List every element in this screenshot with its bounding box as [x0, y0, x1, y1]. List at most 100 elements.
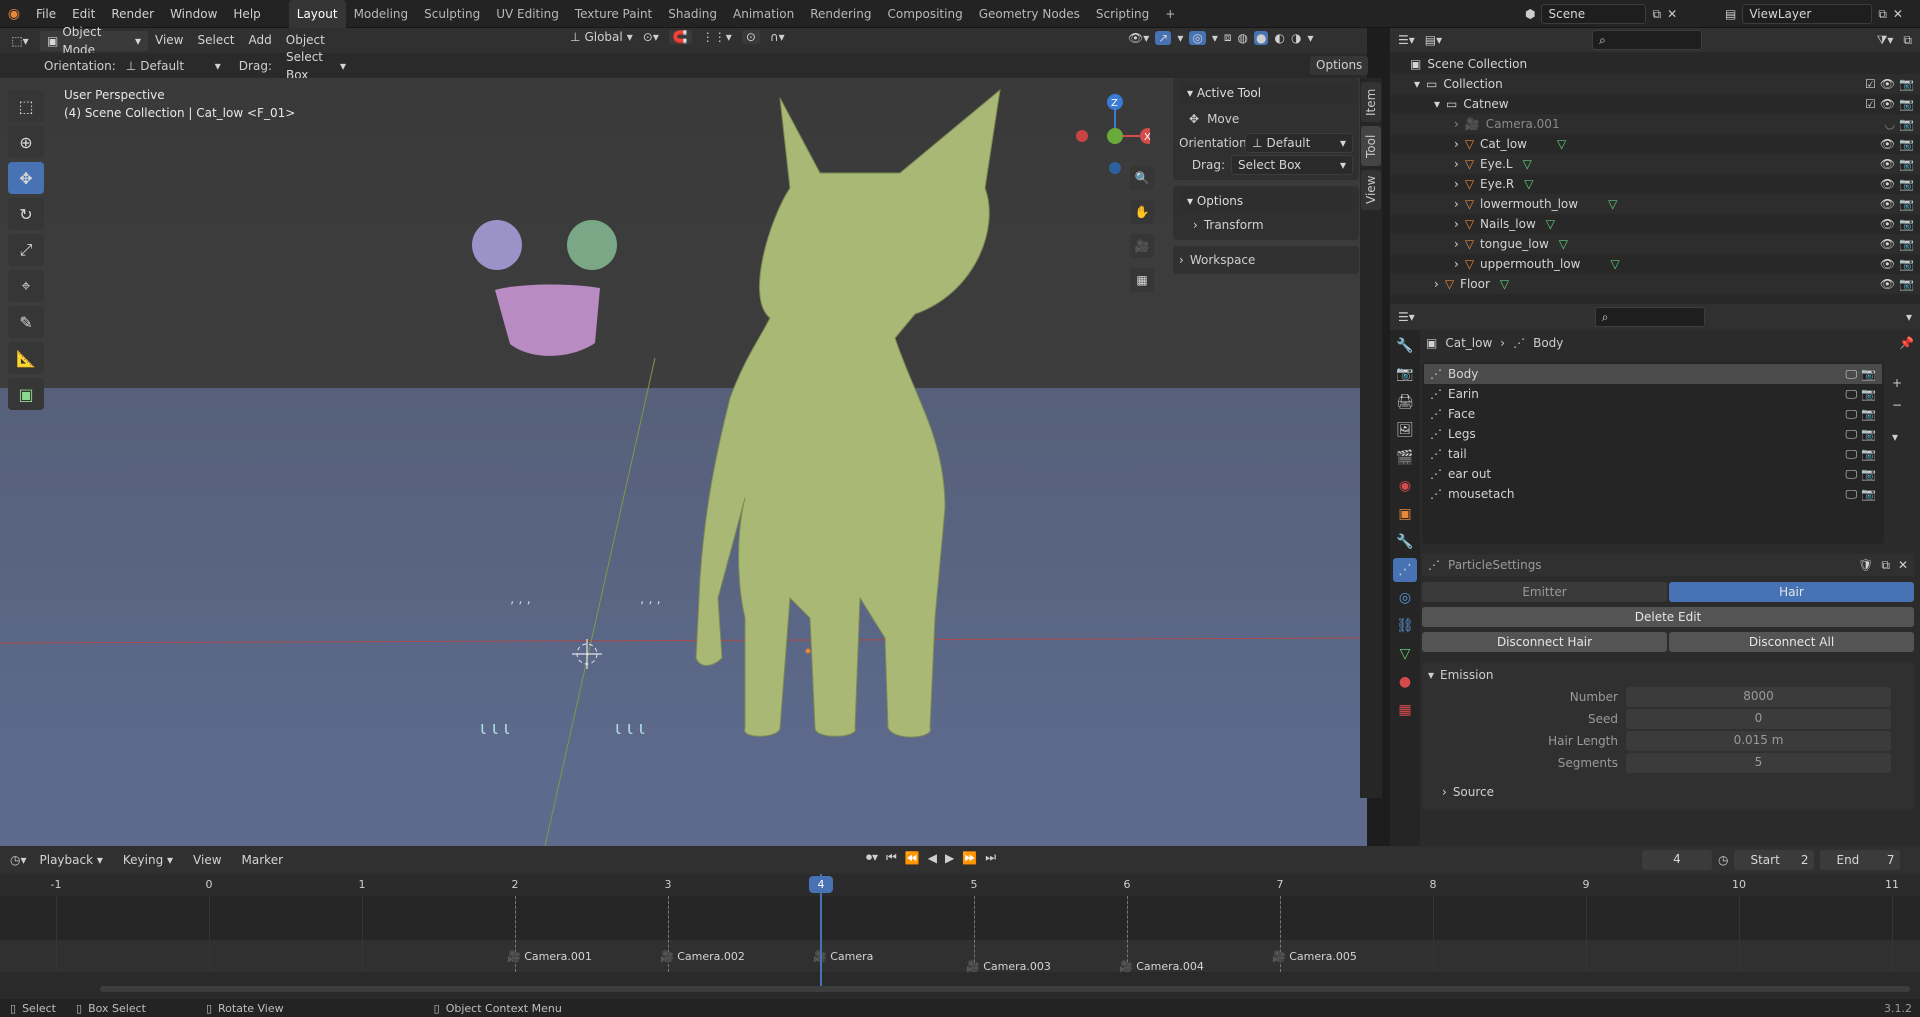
annotate-tool-icon[interactable]: ✎	[8, 306, 44, 338]
visibility-icon[interactable]: 👁▾	[1128, 31, 1149, 45]
camera-icon[interactable]: 📷	[1899, 214, 1914, 234]
constraints-tab-icon[interactable]: ⛓	[1393, 614, 1417, 638]
navigation-gizmo[interactable]: Z X	[1070, 86, 1150, 176]
camera-icon[interactable]: 📷	[1899, 74, 1914, 94]
outliner-item-lowermouth[interactable]: › ▽ lowermouth_low ▽ 👁 📷	[1390, 194, 1920, 214]
tab-animation[interactable]: Animation	[725, 0, 802, 28]
eye-icon[interactable]: 👁	[1880, 154, 1895, 174]
tab-shading[interactable]: Shading	[660, 0, 725, 28]
gizmo-y-icon[interactable]	[1107, 128, 1123, 144]
timeline-scrollbar[interactable]	[100, 986, 1910, 992]
clock-icon[interactable]: ◷	[1718, 853, 1728, 867]
tab-item[interactable]: Item	[1361, 82, 1381, 122]
proportional-edit-icon[interactable]: ⊙	[741, 30, 760, 44]
drag-dropdown[interactable]: Select Box ▾	[279, 50, 352, 82]
gizmo-neg-z-icon[interactable]	[1109, 162, 1121, 174]
camera-icon[interactable]: 📷	[1899, 134, 1914, 154]
tab-sculpting[interactable]: Sculpting	[416, 0, 488, 28]
ortho-grid-icon[interactable]: ▦	[1130, 268, 1154, 292]
menu-add[interactable]: Add	[242, 30, 279, 51]
transform-orientation-dropdown[interactable]: ⊥ Global ▾	[570, 30, 633, 44]
camera-icon[interactable]: 📷	[1861, 464, 1876, 484]
pivot-icon[interactable]: ⊙▾	[643, 30, 659, 44]
menu-keying[interactable]: Keying ▾	[116, 850, 180, 871]
outliner-item-cat-low[interactable]: › ▽ Cat_low ▽ 👁 📷	[1390, 134, 1920, 154]
timeline-area[interactable]: -1 0 1 2 3 4 5 6 7 8 9 10 11 🎥 Camera.001 🎥 Camera.002…	[0, 874, 1920, 986]
camera-icon[interactable]: 📷	[1899, 174, 1914, 194]
marker-label[interactable]: 🎥 Camera.005	[1272, 950, 1357, 963]
end-frame-field[interactable]: End 7	[1820, 850, 1901, 870]
checkbox-icon[interactable]: ☑	[1865, 74, 1876, 94]
gizmo-neg-x-icon[interactable]	[1076, 130, 1088, 142]
menu-marker[interactable]: Marker	[235, 850, 290, 871]
scale-tool-icon[interactable]: ⤢	[8, 234, 44, 266]
camera-icon[interactable]: 📷	[1899, 194, 1914, 214]
falloff-icon[interactable]: ∩▾	[770, 30, 785, 44]
measure-tool-icon[interactable]: 📐	[8, 342, 44, 374]
camera-icon[interactable]: 📷	[1899, 274, 1914, 294]
view-layer-field[interactable]: ViewLayer	[1742, 4, 1873, 24]
workspace-header[interactable]: › Workspace	[1179, 250, 1353, 270]
outliner-item-eye-l[interactable]: › ▽ Eye.L ▽ 👁 📷	[1390, 154, 1920, 174]
disconnect-all-button[interactable]: Disconnect All	[1669, 632, 1914, 652]
outliner-editor-icon[interactable]: ☰▾	[1398, 33, 1415, 47]
eye-icon[interactable]: 👁	[1880, 234, 1895, 254]
remove-icon[interactable]: −	[1892, 398, 1902, 412]
eye-icon[interactable]: 👁	[1880, 74, 1895, 94]
camera-view-icon[interactable]: 🎥	[1130, 234, 1154, 258]
blender-logo-icon[interactable]: ◉	[0, 6, 28, 22]
hair-button[interactable]: Hair	[1669, 582, 1914, 602]
tool-tab-icon[interactable]: 🔧	[1393, 334, 1417, 358]
rendered-shading-icon[interactable]: ◑	[1291, 31, 1301, 45]
start-frame-field[interactable]: Start 2	[1734, 850, 1815, 870]
scene-tab-icon[interactable]: 🎬	[1393, 446, 1417, 470]
overlays-icon[interactable]: ◎	[1189, 30, 1206, 45]
playhead-frame-badge[interactable]: 4	[809, 876, 833, 893]
prev-keyframe-icon[interactable]: ⏪	[905, 851, 920, 865]
camera-icon[interactable]: 📷	[1861, 384, 1876, 404]
list-item[interactable]: ⋰ Body 🖵 📷	[1424, 364, 1882, 384]
monitor-icon[interactable]: 🖵	[1845, 404, 1857, 424]
jump-start-icon[interactable]: ⏮	[886, 850, 897, 865]
eye-icon[interactable]: 👁	[1880, 274, 1895, 294]
outliner-item-nails[interactable]: › ▽ Nails_low ▽ 👁 📷	[1390, 214, 1920, 234]
list-item[interactable]: ⋰ Legs 🖵 📷	[1424, 424, 1882, 444]
3d-cursor-icon[interactable]	[572, 639, 602, 669]
outliner-item-uppermouth[interactable]: › ▽ uppermouth_low ▽ 👁 📷	[1390, 254, 1920, 274]
duplicate-icon[interactable]: ⧉	[1881, 558, 1890, 573]
texture-tab-icon[interactable]: ▦	[1393, 698, 1417, 722]
chevron-down-icon[interactable]: ▾	[1892, 430, 1902, 444]
camera-icon[interactable]: 📷	[1899, 254, 1914, 274]
outliner-item-collection[interactable]: ▾ ▭ Collection ☑ 👁 📷	[1390, 74, 1920, 94]
camera-icon[interactable]: 📷	[1861, 444, 1876, 464]
physics-tab-icon[interactable]: ◎	[1393, 586, 1417, 610]
snap-target-icon[interactable]: ⋮⋮▾	[702, 30, 732, 44]
segments-field[interactable]: 5	[1626, 753, 1891, 773]
menu-view[interactable]: View	[148, 30, 190, 51]
pin-icon[interactable]: 📌	[1899, 336, 1914, 350]
editor-type-icon[interactable]: ⬚▾	[0, 34, 40, 48]
mode-dropdown[interactable]: ▣ Object Mode ▾	[40, 25, 148, 57]
material-tab-icon[interactable]: ●	[1393, 670, 1417, 694]
monitor-icon[interactable]: 🖵	[1845, 364, 1857, 384]
properties-editor-icon[interactable]: ☰▾	[1398, 310, 1415, 324]
transform-subpanel[interactable]: › Transform	[1179, 214, 1353, 236]
list-item[interactable]: ⋰ Earin 🖵 📷	[1424, 384, 1882, 404]
new-view-layer-icon[interactable]: ⧉	[1878, 7, 1887, 22]
orientation-dropdown[interactable]: ⊥ Default ▾	[126, 59, 221, 73]
add-workspace-button[interactable]: +	[1157, 0, 1183, 28]
tab-layout[interactable]: Layout	[288, 0, 346, 28]
marker-label[interactable]: 🎥 Camera.002	[660, 950, 745, 963]
monitor-icon[interactable]: 🖵	[1845, 444, 1857, 464]
options-header[interactable]: ▾ Options	[1179, 190, 1353, 212]
marker-label[interactable]: 🎥 Camera.004	[1119, 960, 1204, 973]
tab-scripting[interactable]: Scripting	[1088, 0, 1157, 28]
monitor-icon[interactable]: 🖵	[1845, 384, 1857, 404]
tab-tool[interactable]: Tool	[1361, 126, 1381, 166]
next-keyframe-icon[interactable]: ⏩	[962, 851, 977, 865]
properties-search-input[interactable]: ⌕	[1594, 307, 1705, 327]
xray-icon[interactable]: ⧈	[1224, 30, 1232, 45]
camera-icon[interactable]: 📷	[1861, 484, 1876, 504]
camera-icon[interactable]: 📷	[1899, 234, 1914, 254]
menu-window[interactable]: Window	[162, 0, 225, 28]
